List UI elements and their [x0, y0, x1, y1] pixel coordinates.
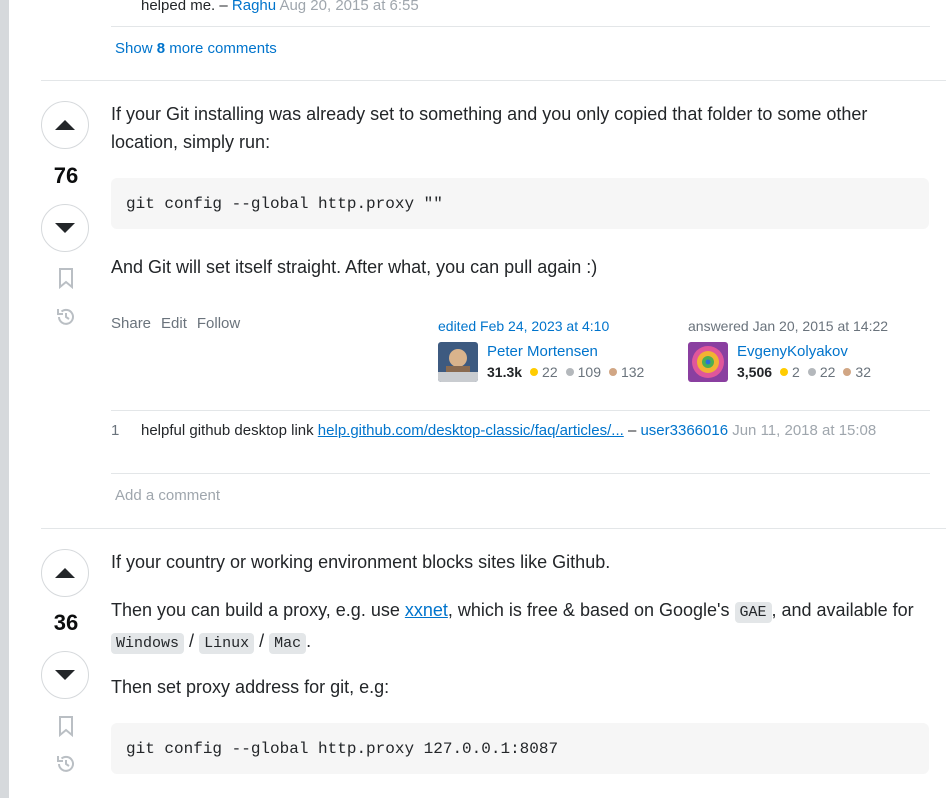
bookmark-icon — [59, 268, 73, 290]
inline-code: Mac — [269, 633, 307, 654]
reputation-score: 3,506 — [737, 364, 773, 380]
gold-badge-count: 2 — [792, 364, 800, 380]
page-left-border — [0, 0, 9, 798]
timeline-button[interactable] — [55, 306, 77, 328]
user-name-link[interactable]: Peter Mortensen — [487, 342, 644, 362]
upvote-arrow-icon — [55, 568, 75, 578]
comments-top-divider — [111, 410, 930, 411]
comment-user-link[interactable]: user3366016 — [640, 422, 728, 439]
silver-badge-count: 22 — [819, 364, 836, 380]
answer-paragraph: Then set proxy address for git, e.g: — [111, 677, 390, 697]
show-more-comments-link[interactable]: Show 8 more comments — [115, 40, 277, 57]
avatar[interactable] — [688, 342, 728, 382]
comment-url-link[interactable]: help.github.com/desktop-classic/faq/arti… — [318, 422, 624, 439]
avatar[interactable] — [438, 342, 478, 382]
editor-signature: edited Feb 24, 2023 at 4:10 Peter Morten… — [438, 318, 644, 382]
silver-badge-icon — [807, 368, 816, 376]
paragraph-text: , which is free & based on Google's — [447, 600, 730, 620]
comment-dash: – — [627, 422, 637, 439]
xxnet-link[interactable]: xxnet — [405, 600, 448, 620]
slash-separator: / — [189, 631, 195, 651]
previous-comment: helped me. – Raghu Aug 20, 2015 at 6:55 — [141, 0, 419, 16]
slash-separator: / — [259, 631, 265, 651]
answer-divider — [41, 528, 946, 529]
edit-link[interactable]: Edit — [161, 315, 187, 332]
silver-badge-icon — [565, 368, 574, 376]
downvote-button[interactable] — [41, 204, 89, 252]
inline-code: Windows — [111, 633, 185, 654]
comment-text: helped me. – — [141, 0, 228, 14]
vote-count: 36 — [53, 610, 79, 635]
code-block: git config --global http.proxy "" — [111, 178, 929, 229]
comment-divider — [111, 26, 930, 27]
downvote-arrow-icon — [55, 223, 75, 233]
follow-link[interactable]: Follow — [197, 315, 240, 332]
timeline-button[interactable] — [55, 753, 77, 775]
answer-paragraph: If your Git installing was already set t… — [111, 104, 868, 152]
vote-count: 76 — [53, 163, 79, 188]
gold-badge-count: 22 — [542, 364, 558, 380]
gold-badge-icon — [780, 368, 789, 376]
inline-code: Linux — [199, 633, 255, 654]
comment-text: helpful github desktop link — [141, 422, 314, 439]
comment-divider — [111, 473, 930, 474]
history-icon — [57, 755, 74, 772]
show-more-count: 8 — [156, 40, 166, 57]
inline-code: GAE — [734, 602, 772, 623]
bronze-badge-icon — [843, 368, 852, 376]
paragraph-text: . — [306, 631, 312, 651]
downvote-button[interactable] — [41, 651, 89, 699]
bookmark-button[interactable] — [55, 267, 77, 290]
gold-badge-icon — [530, 368, 539, 376]
answer-paragraph: And Git will set itself straight. After … — [111, 257, 598, 277]
downvote-arrow-icon — [55, 670, 75, 680]
bronze-badge-count: 32 — [855, 364, 871, 380]
edited-link[interactable]: edited Feb 24, 2023 at 4:10 — [438, 318, 644, 334]
reputation-score: 31.3k — [487, 364, 523, 380]
bookmark-button[interactable] — [55, 715, 77, 738]
code-text: git config --global http.proxy "" — [126, 194, 443, 213]
paragraph-text: Then you can build a proxy, e.g. use — [111, 600, 400, 620]
show-more-suffix: more comments — [169, 40, 277, 57]
answered-date: answered Jan 20, 2015 at 14:22 — [688, 318, 889, 334]
answer-paragraph: Then you can build a proxy, e.g. use xxn… — [111, 596, 916, 658]
comment-date: Jun 11, 2018 at 15:08 — [732, 422, 877, 439]
bronze-badge-icon — [608, 368, 617, 376]
upvote-arrow-icon — [55, 120, 75, 130]
upvote-button[interactable] — [41, 549, 89, 597]
user-name-link[interactable]: EvgenyKolyakov — [737, 342, 871, 362]
reputation: 3,506 2 22 32 — [737, 362, 871, 382]
answer-divider — [41, 80, 946, 81]
comment-body: helpful github desktop link help.github.… — [141, 420, 911, 442]
answer-paragraph: If your country or working environment b… — [111, 552, 611, 572]
paragraph-text: , and available for — [771, 600, 914, 620]
reputation: 31.3k 22 109 132 — [487, 362, 644, 382]
comment-date: Aug 20, 2015 at 6:55 — [279, 0, 419, 14]
add-comment-link[interactable]: Add a comment — [115, 487, 220, 504]
silver-badge-count: 109 — [577, 364, 601, 380]
show-more-prefix: Show — [115, 40, 153, 57]
post-menu: Share Edit Follow — [111, 315, 240, 332]
comment-user-link[interactable]: Raghu — [232, 0, 276, 14]
bronze-badge-count: 132 — [620, 364, 645, 380]
upvote-button[interactable] — [41, 101, 89, 149]
author-signature: answered Jan 20, 2015 at 14:22 EvgenyKol… — [688, 318, 888, 382]
share-link[interactable]: Share — [111, 315, 151, 332]
history-icon — [57, 308, 74, 325]
code-block: git config --global http.proxy 127.0.0.1… — [111, 723, 929, 774]
code-text: git config --global http.proxy 127.0.0.1… — [126, 739, 559, 758]
comment-score: 1 — [111, 422, 120, 439]
bookmark-icon — [59, 716, 73, 738]
